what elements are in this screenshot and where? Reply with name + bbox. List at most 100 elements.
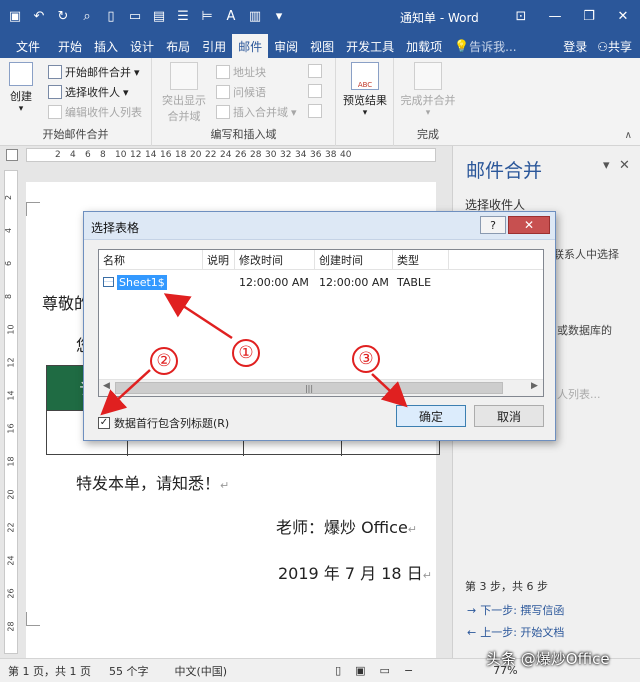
read-mode-icon[interactable]: ▯ (335, 664, 341, 677)
highlight-fields-button[interactable]: 突出显示 合并域 (156, 62, 212, 124)
print-layout-icon[interactable]: ▣ (355, 664, 365, 677)
preview-results-button[interactable]: ABC 预览结果 ▾ (340, 62, 390, 118)
horizontal-scrollbar[interactable]: ◀ ||| ▶ (99, 379, 543, 396)
tab-references[interactable]: 引用 (196, 34, 232, 58)
recipients-icon (48, 85, 62, 99)
tab-view[interactable]: 视图 (304, 34, 340, 58)
horizontal-ruler[interactable]: 2 4 6 8 10 12 14 16 18 20 22 24 26 28 30 32 34 36 38 40 (26, 148, 436, 162)
print-preview-icon[interactable]: ⌕ (76, 5, 98, 27)
tab-mailings[interactable]: 邮件 (232, 34, 269, 58)
sheet-name-cell[interactable]: Sheet1$ (103, 272, 167, 292)
new-doc-icon[interactable]: ▯ (100, 5, 122, 27)
tab-review[interactable]: 审阅 (268, 34, 304, 58)
select-recipients-button[interactable]: 选择收件人 ▾ (48, 84, 129, 100)
arrow-right-icon: → (467, 603, 477, 617)
login-link[interactable]: 登录 (563, 38, 587, 55)
help-button[interactable]: ? (480, 216, 506, 234)
paragraph-icon[interactable]: ☰ (172, 5, 194, 27)
tab-selector-icon[interactable] (6, 149, 18, 161)
rules-button[interactable] (308, 64, 322, 78)
page-count[interactable]: 第 1 页，共 1 页 (8, 663, 91, 679)
scroll-right-icon[interactable]: ▶ (531, 381, 538, 391)
close-window-icon[interactable]: ✕ (606, 0, 640, 32)
create-button[interactable]: 创建 ▾ (6, 62, 36, 114)
ruler-tick-label: 30 (265, 150, 277, 160)
update-labels-button[interactable] (308, 104, 322, 118)
column-header-modified[interactable]: 修改时间 (235, 250, 315, 270)
tell-me-box[interactable]: 💡 告诉我... (448, 34, 522, 58)
minimize-icon[interactable]: — (538, 0, 572, 32)
tab-addins[interactable]: 加载项 (400, 34, 448, 58)
checkbox-box[interactable]: ✓ (98, 417, 110, 429)
open-icon[interactable]: ▭ (124, 5, 146, 27)
dialog-close-button[interactable]: ✕ (508, 216, 550, 234)
ribbon: 创建 ▾ 开始邮件合并 ▾ 选择收件人 ▾ 编辑收件人列表 开始邮件合并 突出显示 … (0, 58, 640, 146)
zoom-out-icon[interactable]: − (404, 664, 413, 677)
tab-layout[interactable]: 布局 (160, 34, 196, 58)
undo-icon[interactable]: ↶ (28, 5, 50, 27)
dialog-titlebar[interactable]: 选择表格 ? ✕ (84, 212, 555, 240)
collapse-ribbon-icon[interactable]: ∧ (625, 130, 632, 141)
abc-preview-icon: ABC (351, 62, 379, 90)
scroll-left-icon[interactable]: ◀ (103, 381, 110, 391)
edit-recipients-button[interactable]: 编辑收件人列表 (48, 104, 142, 120)
address-block-button[interactable]: 地址块 (216, 64, 266, 80)
ribbon-display-icon[interactable]: ⊡ (504, 0, 538, 32)
ruler-tick-label: 6 (4, 260, 14, 267)
pane-close-icon[interactable]: ✕ (619, 158, 630, 173)
web-layout-icon[interactable]: ▭ (380, 664, 390, 677)
vertical-ruler[interactable]: 2 4 6 8 10 12 14 16 18 20 22 24 26 28 (4, 170, 18, 654)
align-icon[interactable]: ⊨ (196, 5, 218, 27)
ruler-tick-label: 2 (4, 194, 14, 201)
ruler-tick-label: 14 (145, 150, 157, 160)
tab-developer[interactable]: 开发工具 (340, 34, 400, 58)
tab-file[interactable]: 文件 (0, 34, 52, 58)
ruler-tick-label: 2 (55, 150, 61, 160)
ruler-tick-label: 12 (6, 357, 16, 368)
tab-insert[interactable]: 插入 (88, 34, 124, 58)
pane-options-icon[interactable]: ▾ (603, 158, 610, 173)
column-header-created[interactable]: 创建时间 (315, 250, 393, 270)
window-title: 通知单 - Word (400, 11, 479, 25)
column-header-name[interactable]: 名称 (99, 250, 203, 270)
ruler-tick-label: 8 (4, 293, 14, 300)
scroll-thumb[interactable]: ||| (115, 382, 503, 394)
next-step-link[interactable]: → 下一步: 撰写信函 (467, 602, 564, 618)
paste-icon[interactable]: ▤ (148, 5, 170, 27)
finish-merge-button[interactable]: 完成并合并 ▾ (396, 62, 460, 118)
customize-qat-icon[interactable]: ▾ (268, 5, 290, 27)
tab-home[interactable]: 开始 (52, 34, 88, 58)
restore-icon[interactable]: ❐ (572, 0, 606, 32)
start-merge-button[interactable]: 开始邮件合并 ▾ (48, 64, 140, 80)
window-controls: ⊡ — ❐ ✕ (504, 0, 640, 32)
language-indicator[interactable]: 中文(中国) (174, 663, 227, 679)
ruler-tick-label: 20 (190, 150, 202, 160)
ruler-tick-label: 34 (295, 150, 307, 160)
prev-step-link[interactable]: ← 上一步: 开始文档 (467, 624, 564, 640)
header-row-checkbox[interactable]: ✓ 数据首行包含列标题(R) (98, 415, 229, 431)
insert-field-button[interactable]: 插入合并域 ▾ (216, 104, 297, 120)
pane-link-disabled[interactable]: 人列表... (557, 386, 601, 402)
ruler-tick-label: 22 (6, 522, 16, 533)
greeting-button[interactable]: 问候语 (216, 84, 266, 100)
redo-icon[interactable]: ↻ (52, 5, 74, 27)
word-count[interactable]: 55 个字 (109, 663, 149, 679)
column-header-type[interactable]: 类型 (393, 250, 449, 270)
ruler-tick-label: 28 (6, 621, 16, 632)
columns-icon[interactable]: ▥ (244, 5, 266, 27)
column-header-desc[interactable]: 说明 (203, 250, 235, 270)
save-icon[interactable]: ▣ (4, 5, 26, 27)
match-fields-button[interactable] (308, 84, 322, 98)
table-row[interactable]: Sheet1$ 12:00:00 AM 12:00:00 AM TABLE (99, 272, 543, 292)
ok-button[interactable]: 确定 (396, 405, 466, 427)
ruler-tick-label: 4 (4, 227, 14, 234)
modified-cell: 12:00:00 AM (239, 275, 309, 289)
tab-design[interactable]: 设计 (124, 34, 160, 58)
share-button[interactable]: ⚇共享 (597, 38, 632, 55)
font-color-icon[interactable]: A (220, 5, 242, 27)
ribbon-tabs: 文件 开始 插入 设计 布局 引用 邮件 审阅 视图 开发工具 加载项 💡 告诉我… (0, 32, 640, 58)
cancel-button[interactable]: 取消 (474, 405, 544, 427)
finish-icon (414, 62, 442, 90)
ruler-tick-label: 26 (235, 150, 247, 160)
sheet-table-icon (103, 277, 114, 287)
